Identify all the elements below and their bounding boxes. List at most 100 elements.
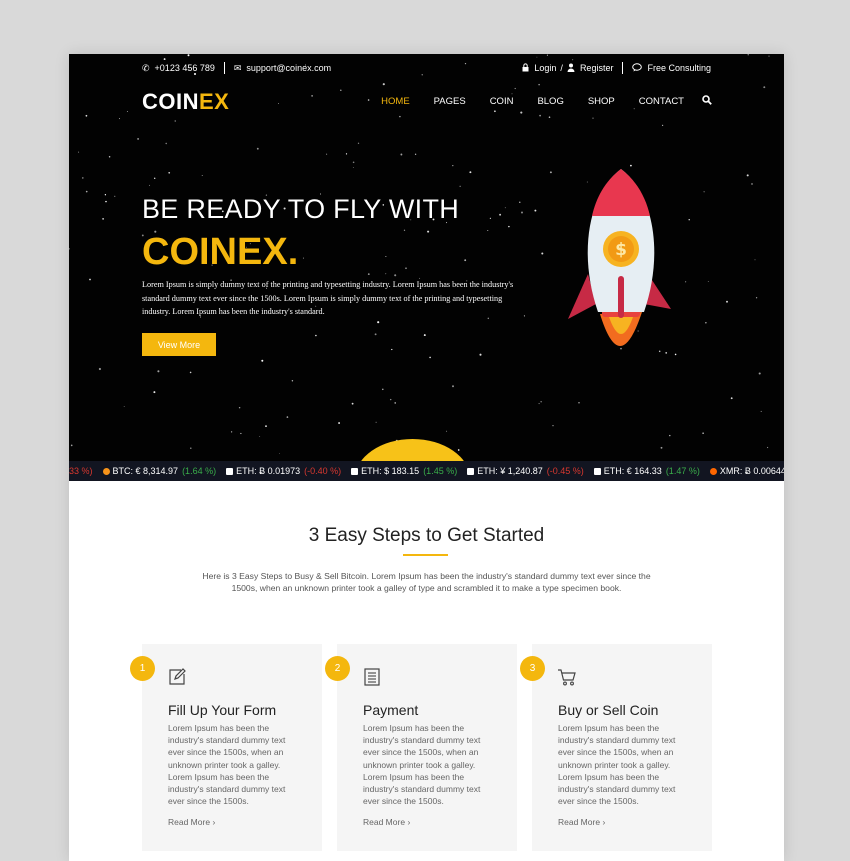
star xyxy=(85,190,88,193)
view-more-button[interactable]: View More xyxy=(142,333,216,356)
star xyxy=(367,273,370,275)
ticker-price: ETH: Ƀ 0.01973 xyxy=(236,466,301,476)
chat-icon xyxy=(632,62,643,74)
star xyxy=(523,315,525,317)
star xyxy=(256,147,259,150)
star xyxy=(153,391,156,394)
star xyxy=(123,405,125,407)
star xyxy=(102,218,104,220)
star xyxy=(702,432,704,434)
nav-item-shop[interactable]: SHOP xyxy=(588,96,615,107)
step-card: 2 Payment Lorem Ipsum has been the indus… xyxy=(325,644,517,851)
star xyxy=(351,402,354,405)
nav-item-contact[interactable]: CONTACT xyxy=(639,96,684,107)
star xyxy=(754,259,756,261)
user-icon xyxy=(567,63,575,74)
nav-item-coin[interactable]: COIN xyxy=(490,96,514,107)
star xyxy=(768,55,770,57)
ticker-item[interactable]: ETH: $ 183.15 (1.45 %) xyxy=(351,466,457,476)
star xyxy=(726,300,728,303)
read-more-link[interactable]: Read More › xyxy=(363,817,410,827)
star xyxy=(375,421,377,423)
step-title: Buy or Sell Coin xyxy=(558,702,659,718)
ticker-item[interactable]: BTC: € 8,314.97 (1.64 %) xyxy=(102,466,216,476)
site-logo[interactable]: COINEX xyxy=(142,89,229,115)
star xyxy=(357,142,360,144)
register-label: Register xyxy=(579,63,614,73)
ticker-item[interactable]: XMR: Ƀ 0.006448 xyxy=(709,466,784,476)
account-links: Login / Register Free Consulting xyxy=(522,62,711,74)
step-card: 3 Buy or Sell Coin Lorem Ipsum has been … xyxy=(520,644,712,851)
step-title: Payment xyxy=(363,702,419,718)
star xyxy=(758,372,761,375)
ticker-item[interactable]: ETH: € 164.33 (1.47 %) xyxy=(593,466,700,476)
star xyxy=(70,444,73,447)
star xyxy=(536,56,538,58)
star xyxy=(703,191,705,193)
star xyxy=(385,273,387,275)
slash-divider: / xyxy=(560,63,563,73)
phone-number: +0123 456 789 xyxy=(154,63,215,73)
phone-contact[interactable]: ✆ +0123 456 789 xyxy=(142,63,215,73)
star xyxy=(394,402,397,404)
star xyxy=(414,153,417,155)
star xyxy=(452,164,454,167)
read-more-link[interactable]: Read More › xyxy=(168,817,215,827)
star xyxy=(519,201,521,203)
nav-item-blog[interactable]: BLOG xyxy=(537,96,563,107)
star xyxy=(521,211,523,214)
star xyxy=(394,274,397,277)
ticker-item[interactable]: ETH: ¥ 1,240.87 (-0.45 %) xyxy=(467,466,584,476)
star xyxy=(69,248,70,250)
star xyxy=(669,434,671,437)
star xyxy=(230,431,233,433)
star xyxy=(315,334,317,337)
star xyxy=(549,171,552,174)
main-navigation: HOME PAGES COIN BLOG SHOP CONTACT xyxy=(357,95,712,108)
star xyxy=(514,87,516,90)
chevron-right-icon: › xyxy=(212,817,216,827)
step-text: Lorem Ipsum has been the industry's stan… xyxy=(168,723,286,807)
ticker-price: ETH: ¥ 1,240.87 xyxy=(477,466,543,476)
read-more-link[interactable]: Read More › xyxy=(558,817,605,827)
nav-item-pages[interactable]: PAGES xyxy=(434,96,466,107)
star xyxy=(149,184,151,186)
star xyxy=(538,403,540,405)
nav-item-home[interactable]: HOME xyxy=(381,96,410,107)
email-contact[interactable]: ✉ support@coinex.com xyxy=(234,63,331,73)
star xyxy=(538,83,540,86)
bitcoin-icon xyxy=(102,467,110,475)
star xyxy=(429,356,431,359)
search-icon[interactable] xyxy=(702,95,712,108)
star xyxy=(157,370,160,373)
star xyxy=(108,155,111,158)
document-icon xyxy=(364,668,380,686)
star xyxy=(539,114,541,117)
star xyxy=(499,213,502,216)
star xyxy=(403,229,406,231)
register-link[interactable]: Register xyxy=(567,63,614,74)
star xyxy=(377,321,380,324)
ticker-item: 33 %) xyxy=(69,466,93,476)
star xyxy=(261,359,264,362)
login-link[interactable]: Login xyxy=(522,62,556,74)
chevron-right-icon: › xyxy=(407,817,411,827)
star xyxy=(427,230,430,233)
ticker-item[interactable]: ETH: Ƀ 0.01973 (-0.40 %) xyxy=(226,466,341,476)
ethereum-icon xyxy=(593,467,601,475)
star xyxy=(78,151,80,153)
crypto-price-ticker: 33 %) BTC: € 8,314.97 (1.64 %) ETH: Ƀ 0.… xyxy=(69,461,784,481)
star xyxy=(382,83,385,86)
hero-brand: COINEX. xyxy=(142,231,299,273)
star xyxy=(760,410,762,412)
ticker-change: (1.45 %) xyxy=(423,466,458,476)
divider xyxy=(622,62,624,74)
consulting-link[interactable]: Free Consulting xyxy=(632,62,711,74)
star xyxy=(338,422,341,424)
ticker-price: ETH: $ 183.15 xyxy=(361,466,420,476)
star xyxy=(165,142,167,145)
contact-info: ✆ +0123 456 789 ✉ support@coinex.com xyxy=(142,62,331,74)
logo-accent-text: EX xyxy=(199,89,230,114)
consulting-label: Free Consulting xyxy=(647,63,711,73)
star xyxy=(174,120,176,122)
